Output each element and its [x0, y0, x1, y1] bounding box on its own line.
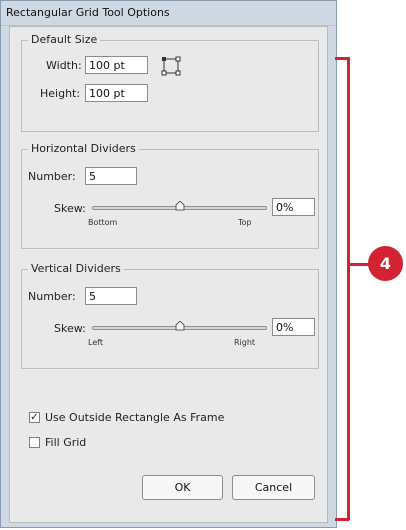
- vertical-max-label: Right: [234, 338, 256, 347]
- horizontal-dividers-group: Horizontal Dividers Number: 5 Skew: 0% B…: [21, 142, 319, 249]
- callout-bracket: [347, 57, 350, 520]
- use-outside-rectangle-checkbox[interactable]: ✓: [29, 412, 40, 423]
- default-size-group: Default Size Width: 100 pt Height: 100 p…: [21, 33, 319, 132]
- height-input[interactable]: 100 pt: [85, 84, 148, 102]
- default-size-legend: Default Size: [28, 33, 101, 46]
- width-input[interactable]: 100 pt: [85, 56, 148, 74]
- origin-point-icon[interactable]: [160, 55, 182, 77]
- use-outside-rectangle-label: Use Outside Rectangle As Frame: [45, 411, 225, 424]
- vertical-min-label: Left: [88, 338, 104, 347]
- horizontal-min-label: Bottom: [88, 218, 118, 227]
- vertical-number-label: Number:: [28, 290, 76, 303]
- horizontal-skew-label: Skew:: [54, 202, 86, 215]
- fill-grid-checkbox[interactable]: [29, 437, 40, 448]
- horizontal-number-input[interactable]: 5: [85, 167, 137, 185]
- cancel-button[interactable]: Cancel: [232, 475, 315, 500]
- dialog-title: Rectangular Grid Tool Options: [6, 6, 170, 19]
- horizontal-skew-input[interactable]: 0%: [272, 198, 315, 216]
- ok-button[interactable]: OK: [142, 475, 223, 500]
- grid-tool-options-dialog: Rectangular Grid Tool Options Default Si…: [0, 0, 337, 528]
- vertical-number-input[interactable]: 5: [85, 287, 137, 305]
- width-label: Width:: [46, 59, 82, 72]
- callout-bracket-top: [335, 57, 349, 60]
- horizontal-number-label: Number:: [28, 170, 76, 183]
- fill-grid-label: Fill Grid: [45, 436, 87, 449]
- horizontal-dividers-legend: Horizontal Dividers: [28, 142, 139, 155]
- horizontal-max-label: Top: [238, 218, 252, 227]
- vertical-skew-label: Skew:: [54, 322, 86, 335]
- dialog-body: Default Size Width: 100 pt Height: 100 p…: [9, 26, 328, 523]
- callout-bracket-bottom: [335, 518, 349, 521]
- step-4-callout: 4: [368, 246, 403, 281]
- horizontal-skew-thumb[interactable]: [175, 201, 185, 211]
- vertical-skew-input[interactable]: 0%: [272, 318, 315, 336]
- vertical-skew-thumb[interactable]: [175, 321, 185, 331]
- title-bar: Rectangular Grid Tool Options: [1, 1, 336, 26]
- height-label: Height:: [40, 87, 81, 100]
- vertical-dividers-group: Vertical Dividers Number: 5 Skew: 0% Lef…: [21, 262, 319, 369]
- vertical-dividers-legend: Vertical Dividers: [28, 262, 124, 275]
